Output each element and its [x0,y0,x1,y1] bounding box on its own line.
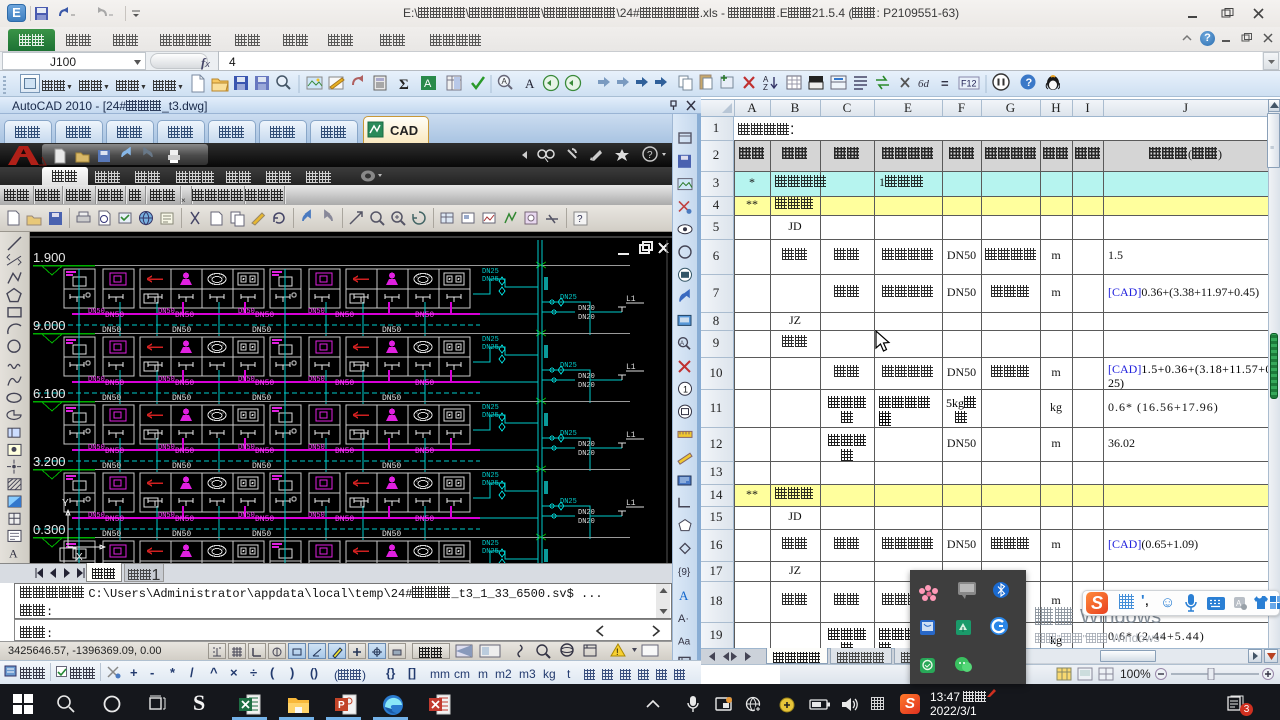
svg-text:DN50: DN50 [158,308,175,316]
svg-text:DN25: DN25 [482,268,499,276]
svg-text:A·: A· [678,613,689,625]
svg-text:DN50: DN50 [105,515,124,524]
svg-text:DN50: DN50 [255,447,274,456]
svg-text:3.200: 3.200 [33,454,66,469]
svg-text:DN50: DN50 [335,515,354,524]
svg-text:DN50: DN50 [175,447,194,456]
svg-text:DN50: DN50 [88,308,105,316]
svg-text:A: A [424,78,432,90]
svg-text:Σ: Σ [399,77,409,93]
svg-text:?: ? [1026,77,1033,89]
svg-text:DN50: DN50 [88,376,105,384]
svg-text:DN25: DN25 [482,472,499,480]
svg-text:DN50: DN50 [308,444,325,452]
svg-text:DN25: DN25 [560,498,577,506]
svg-text:DN50: DN50 [105,447,124,456]
svg-text:DN25: DN25 [560,294,577,302]
svg-text:DN50: DN50 [335,379,354,388]
svg-text:A: A [680,341,684,347]
svg-text:DN50: DN50 [105,311,124,320]
svg-text:DN50: DN50 [335,311,354,320]
svg-text:DN25: DN25 [560,430,577,438]
svg-text:9.000: 9.000 [33,318,66,333]
svg-text:6.100: 6.100 [33,386,66,401]
svg-text:!: ! [616,647,619,657]
svg-text:DN50: DN50 [308,308,325,316]
svg-text:DN50: DN50 [88,444,105,452]
svg-text:DN50: DN50 [308,376,325,384]
svg-text:?: ? [577,214,583,225]
svg-text:0.300: 0.300 [33,522,66,537]
svg-text:DN25: DN25 [482,404,499,412]
svg-text:DN50: DN50 [255,515,274,524]
svg-text:DN25: DN25 [482,480,499,488]
svg-text:DN20: DN20 [578,450,595,458]
svg-text:DN50: DN50 [415,311,434,320]
svg-text:Z: Z [763,83,768,92]
svg-text:Aa: Aa [678,637,691,648]
svg-text:DN50: DN50 [255,379,274,388]
svg-text:1: 1 [683,384,688,394]
svg-text:DN50: DN50 [105,379,124,388]
svg-text:DN25: DN25 [482,276,499,284]
svg-text:DN20: DN20 [578,314,595,322]
svg-text:DN50: DN50 [415,515,434,524]
svg-text:DN25: DN25 [482,540,499,548]
svg-text:?: ? [647,150,653,161]
svg-text:DN50: DN50 [158,444,175,452]
svg-text:DN25: DN25 [482,336,499,344]
svg-text:=: = [941,76,949,91]
svg-text:DN20: DN20 [578,509,595,517]
svg-text:DN50: DN50 [88,512,105,520]
svg-text:DN50: DN50 [238,376,255,384]
svg-text:DN50: DN50 [158,512,175,520]
svg-text:DN20: DN20 [578,305,595,313]
svg-text:DN25: DN25 [482,548,499,556]
svg-text:A: A [502,77,508,86]
svg-text:DN50: DN50 [175,515,194,524]
svg-text:A: A [679,588,689,603]
svg-text:DN20: DN20 [578,441,595,449]
svg-text:DN20: DN20 [578,373,595,381]
svg-text:DN50: DN50 [415,379,434,388]
svg-text:DN50: DN50 [238,444,255,452]
svg-text:DN50: DN50 [255,311,274,320]
svg-text:6d: 6d [918,78,930,90]
svg-text:DN25: DN25 [482,412,499,420]
svg-text:{9}: {9} [678,567,691,578]
svg-text:DN25: DN25 [482,344,499,352]
svg-text:DN50: DN50 [308,512,325,520]
svg-text:DN50: DN50 [335,447,354,456]
svg-text:DN50: DN50 [158,376,175,384]
svg-text:X: X [76,552,83,563]
svg-text:DN25: DN25 [560,362,577,370]
svg-text:1.900: 1.900 [33,250,66,265]
svg-text:Y: Y [62,498,69,509]
svg-text:DN50: DN50 [238,308,255,316]
svg-text:F12: F12 [961,79,977,89]
svg-text:DN50: DN50 [175,379,194,388]
svg-text:A: A [525,76,535,91]
svg-text:DN50: DN50 [175,311,194,320]
svg-text:DN50: DN50 [415,447,434,456]
svg-text:DN20: DN20 [578,382,595,390]
svg-text:DN50: DN50 [238,512,255,520]
svg-text:P: P [338,700,345,711]
svg-text:A: A [9,547,18,561]
svg-text:DN20: DN20 [578,518,595,526]
